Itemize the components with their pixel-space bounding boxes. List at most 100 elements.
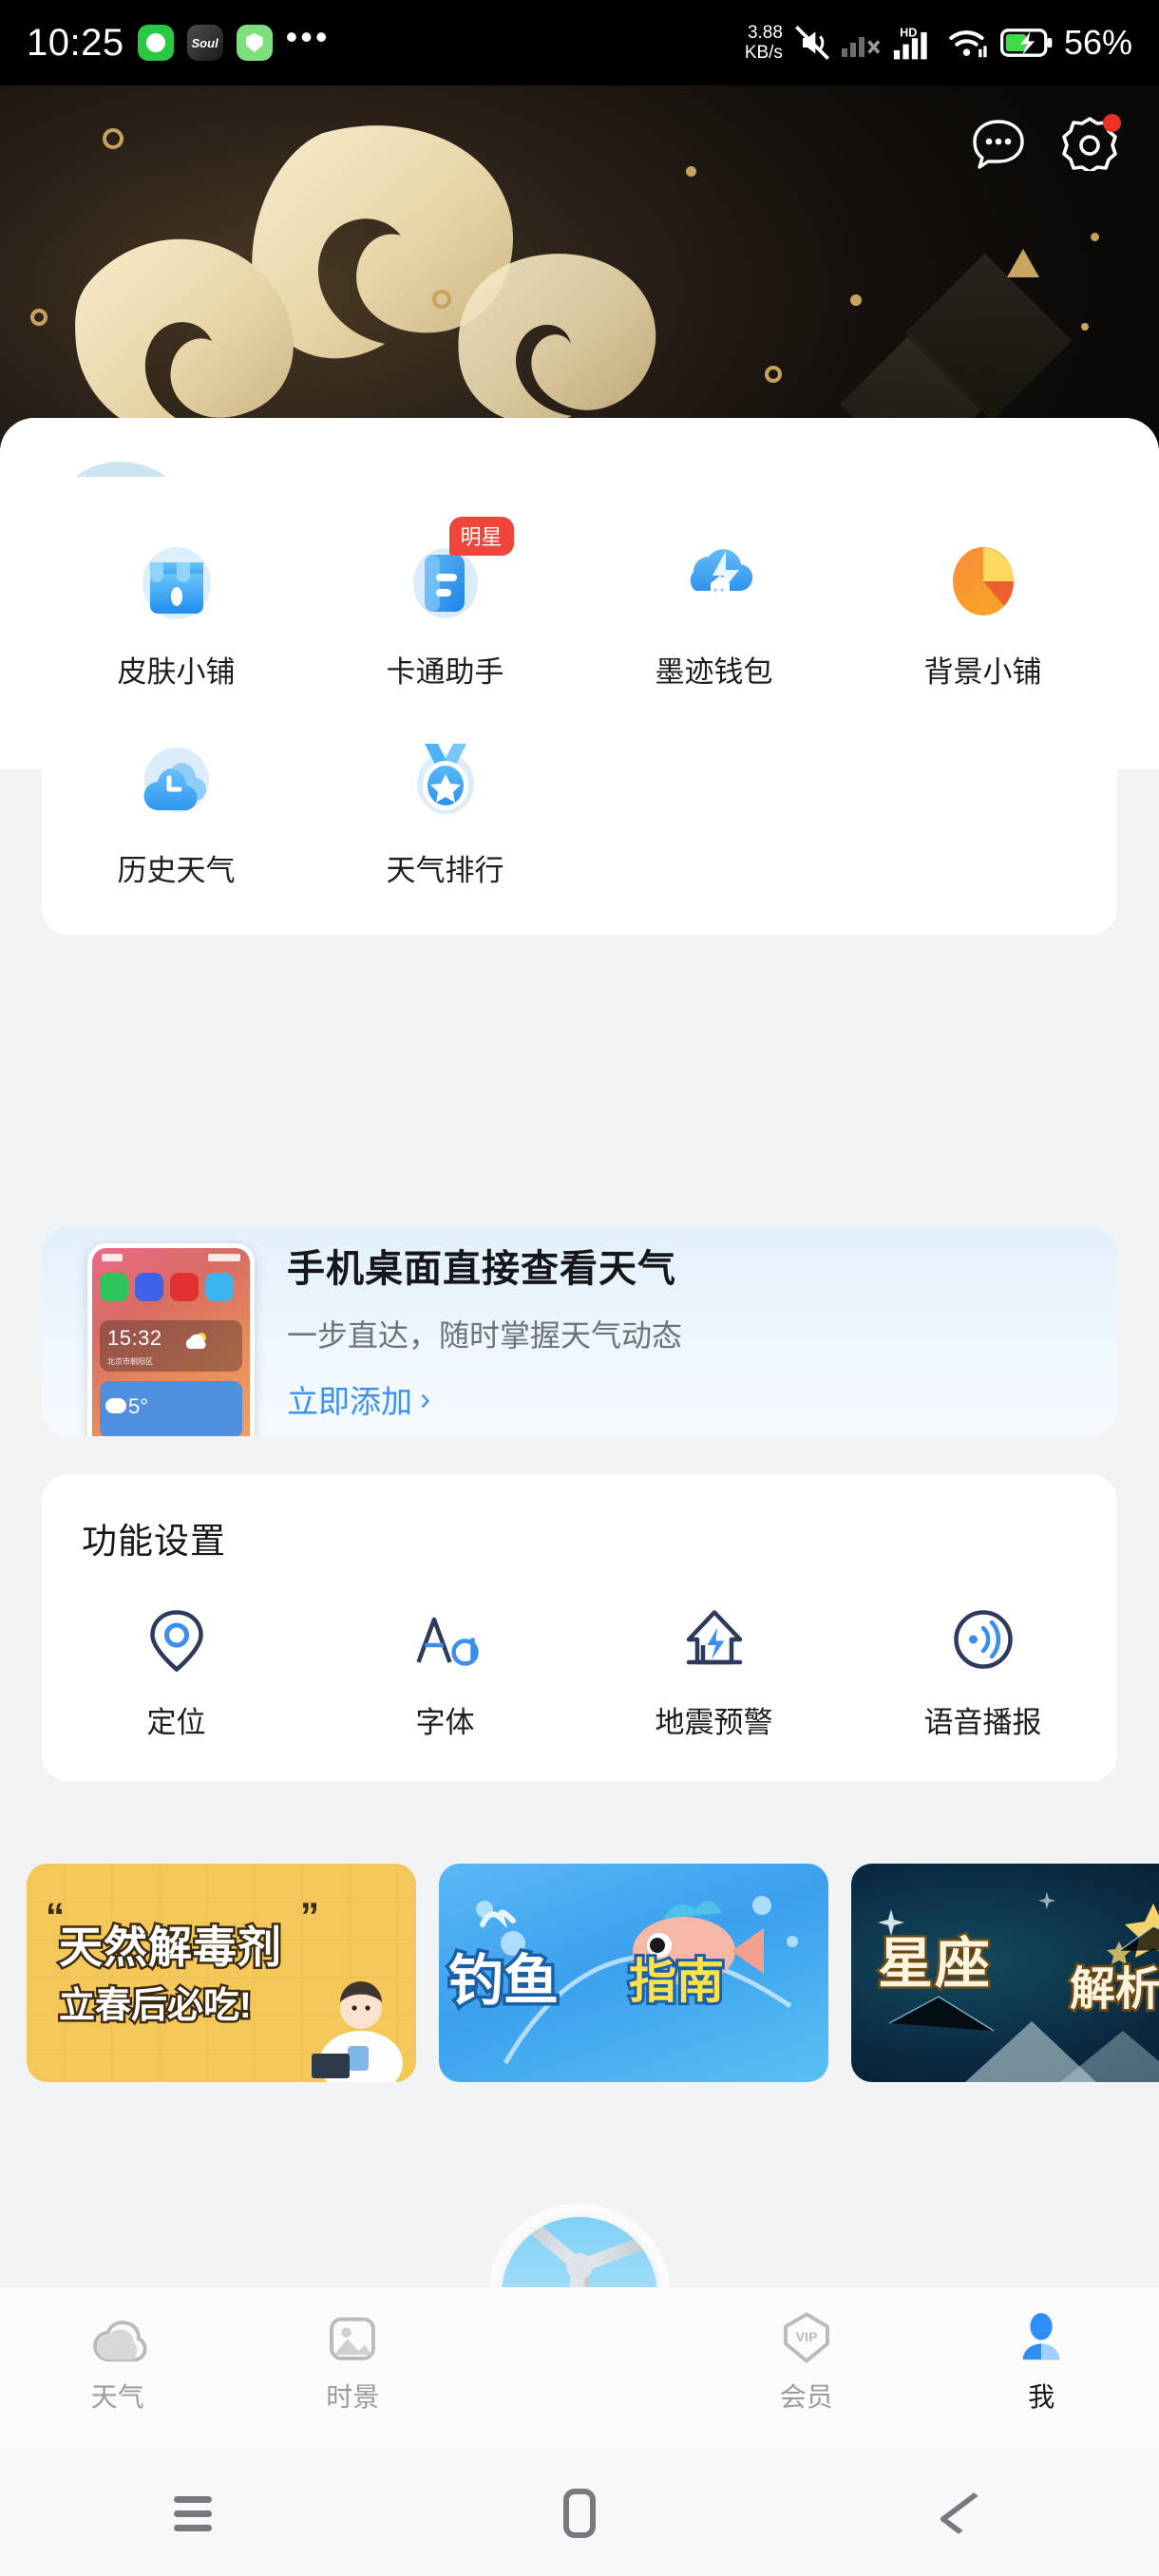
app-label: 墨迹钱包 [656, 648, 773, 691]
mockup-app-phone [100, 1273, 128, 1301]
message-button[interactable] [971, 116, 1026, 171]
decor-triangle [1005, 247, 1041, 279]
mockup-app-calendar [170, 1273, 199, 1301]
tab-me[interactable]: 我 [924, 2308, 1159, 2415]
status-bar-right: 3.88 KB/s HD [745, 23, 1132, 63]
setting-item-location[interactable]: 定位 [42, 1605, 311, 1741]
net-speed-value: 3.88 [748, 23, 783, 43]
tab-label: 会员 [780, 2377, 833, 2415]
decor-dot-2 [850, 294, 862, 306]
mockup-temp-text: 5° [128, 1394, 148, 1419]
setting-label: 字体 [416, 1698, 475, 1741]
home-icon [563, 2489, 596, 2538]
feed-card-horoscope[interactable]: 星座 解析 [851, 1864, 1159, 2082]
message-bubble-icon [971, 116, 1026, 171]
app-item-skin-shop[interactable]: 皮肤小铺 [42, 509, 311, 708]
decor-ring-1 [103, 128, 124, 149]
font-aa-icon [411, 1605, 480, 1674]
feed-card-subtitle: 立春后必吃! [59, 1976, 252, 2028]
tab-label: 时景 [326, 2377, 379, 2415]
mockup-cloud-icon [105, 1398, 126, 1413]
app-item-cartoon-assistant[interactable]: 明星 卡通助手 [311, 509, 580, 708]
widget-promo-banner[interactable]: 15:32 北京市朝阳区 5° 墨迹天气 手机桌面直接查看天气 一步直达，随时掌… [42, 1227, 1117, 1436]
doctor-figure [312, 1981, 403, 2082]
promo-subtitle: 一步直达，随时掌握天气动态 [287, 1312, 682, 1355]
status-bar-left: 10:25 Soul ••• [27, 22, 330, 65]
signal-off-icon [842, 26, 882, 60]
settings-row: 定位 字体 地 [42, 1563, 1117, 1781]
mockup-sun-cloud-icon [185, 1332, 210, 1353]
status-bar: 10:25 Soul ••• 3.88 KB/s HD [0, 0, 1159, 85]
battery-percent: 56% [1064, 23, 1132, 63]
nav-recents-button[interactable] [0, 2489, 387, 2539]
tab-scenery[interactable]: 时景 [236, 2308, 471, 2415]
setting-item-voice[interactable]: 语音播报 [848, 1605, 1117, 1741]
mockup-clock-text: 15:32 [107, 1326, 162, 1351]
decor-ring-3 [432, 290, 451, 309]
tab-weather[interactable]: 天气 [0, 2308, 236, 2415]
app-label: 历史天气 [118, 846, 236, 889]
app-item-weather-rank[interactable]: 天气排行 [311, 708, 580, 906]
shop-icon [127, 530, 226, 629]
history-weather-icon [127, 729, 226, 827]
app-item-history-weather[interactable]: 历史天气 [42, 708, 311, 906]
mute-icon [793, 24, 831, 62]
setting-item-earthquake[interactable]: 地震预警 [580, 1605, 848, 1741]
photo-icon [323, 2308, 382, 2367]
feed-card-row: “ ” 天然解毒剂 立春后必吃! [0, 1864, 1159, 2082]
brand-swirl-graphic [38, 95, 760, 456]
tab-vip[interactable]: VIP 会员 [689, 2308, 924, 2415]
mockup-clock-widget: 15:32 北京市朝阳区 [100, 1320, 242, 1372]
tab-label: 我 [1028, 2377, 1054, 2415]
setting-item-font[interactable]: 字体 [311, 1605, 580, 1741]
mockup-weather-widget: 5° [100, 1381, 242, 1436]
promo-cta-button[interactable]: 立即添加 › [287, 1376, 682, 1422]
back-icon [939, 2492, 994, 2534]
weather-rank-medal-icon [396, 729, 495, 827]
feed-card-detox[interactable]: “ ” 天然解毒剂 立春后必吃! [27, 1864, 416, 2082]
setting-label: 地震预警 [656, 1698, 773, 1741]
app-badge-star: 明星 [449, 517, 514, 556]
overflow-dots-icon: ••• [286, 30, 331, 55]
feed-card-title: 星座 [878, 1919, 992, 1998]
turbine-hub [566, 2253, 593, 2280]
hero-banner [0, 85, 1159, 456]
app-label: 皮肤小铺 [118, 648, 236, 691]
app-item-wallet[interactable]: 墨迹钱包 [580, 509, 848, 708]
mockup-app-weather [205, 1273, 234, 1301]
mockup-status-bar [102, 1254, 240, 1262]
settings-button[interactable] [1062, 116, 1117, 171]
app-item-background-shop[interactable]: 背景小铺 [848, 509, 1117, 708]
feed-card-fishing[interactable]: 钓鱼 指南 [439, 1864, 828, 2082]
decor-dot-3 [1091, 233, 1099, 241]
app-label: 天气排行 [387, 846, 504, 889]
recents-icon [174, 2489, 212, 2539]
app-label: 背景小铺 [924, 648, 1042, 691]
decor-dot-1 [686, 166, 696, 177]
net-speed: 3.88 KB/s [745, 23, 783, 63]
mockup-location-text: 北京市朝阳区 [107, 1356, 153, 1367]
mockup-app-gallery [135, 1273, 163, 1301]
android-nav-bar [0, 2451, 1159, 2576]
voice-broadcast-icon [949, 1605, 1017, 1674]
tab-label: 天气 [91, 2377, 144, 2415]
wallet-icon [665, 530, 764, 629]
person-icon [1012, 2308, 1071, 2367]
decor-ring-4 [765, 366, 782, 383]
nav-home-button[interactable] [387, 2489, 773, 2538]
feed-card-subtitle: 解析 [1070, 1951, 1159, 2017]
earthquake-alert-icon [680, 1605, 749, 1674]
location-pin-icon [142, 1605, 211, 1674]
mockup-app-row [100, 1273, 242, 1301]
status-time: 10:25 [27, 22, 124, 65]
nav-back-button[interactable] [772, 2491, 1159, 2535]
app-root: 10:25 Soul ••• 3.88 KB/s HD [0, 0, 1159, 2576]
hero-actions [971, 116, 1117, 171]
quote-close: ” [300, 1896, 319, 1939]
wifi-icon [948, 25, 990, 61]
soul-app-icon: Soul [187, 25, 223, 61]
net-speed-unit: KB/s [745, 43, 783, 63]
svg-text:HD: HD [900, 27, 917, 40]
feed-card-title: 钓鱼 [448, 1936, 559, 2016]
vip-icon: VIP [777, 2308, 836, 2367]
